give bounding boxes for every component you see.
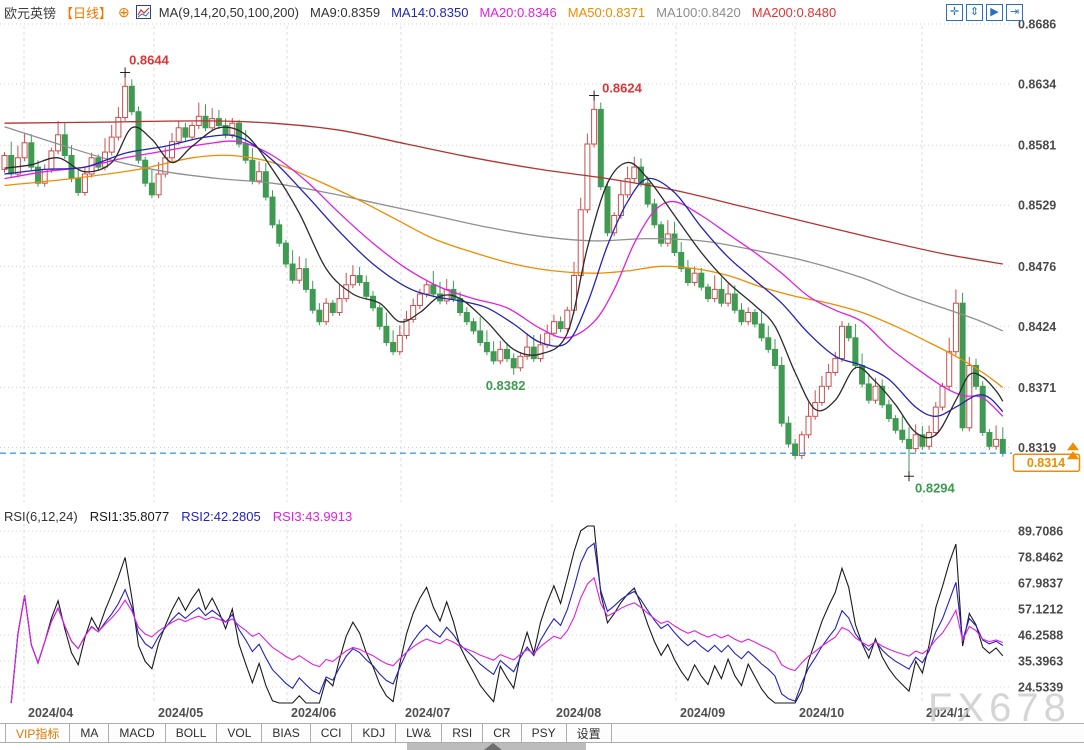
rsi-axis-label: 89.7086 bbox=[1018, 525, 1063, 539]
price-axis-label: 0.8686 bbox=[1018, 18, 1056, 32]
x-axis-label: 2024/07 bbox=[405, 706, 450, 720]
low-price-annotation: 0.8382 bbox=[486, 378, 526, 393]
extreme-cross-marker bbox=[120, 68, 130, 78]
price-axis-label: 0.8581 bbox=[1018, 139, 1056, 153]
low-price-annotation: 0.8294 bbox=[915, 480, 956, 495]
ma14-value: MA14:0.8350 bbox=[391, 5, 468, 20]
price-axis-label: 0.8529 bbox=[1018, 199, 1056, 213]
high-price-annotation: 0.8624 bbox=[602, 81, 643, 96]
jump-latest-tool-icon[interactable]: ⇥ bbox=[1006, 4, 1023, 21]
extreme-cross-marker bbox=[904, 471, 914, 481]
period-label: 【日线】 bbox=[60, 3, 112, 22]
tab-ma[interactable]: MA bbox=[70, 724, 109, 742]
ma20-value: MA20:0.8346 bbox=[479, 5, 556, 20]
move-tool-icon[interactable]: ✛ bbox=[946, 4, 963, 21]
extreme-cross-marker bbox=[589, 91, 599, 101]
high-price-annotation: 0.8644 bbox=[129, 53, 170, 68]
chart-style-icon[interactable] bbox=[136, 5, 151, 19]
symbol-name: 欧元英镑 bbox=[4, 3, 56, 22]
x-axis-label: 2024/04 bbox=[28, 706, 73, 720]
tab-cci[interactable]: CCI bbox=[311, 724, 353, 742]
chart-header: 欧元英镑【日线】 ⊕ MA(9,14,20,50,100,200) MA9:0.… bbox=[0, 0, 836, 24]
scrollbar-arrow-icon bbox=[484, 743, 502, 750]
x-axis-label: 2024/08 bbox=[556, 706, 601, 720]
add-indicator-icon[interactable]: ⊕ bbox=[118, 4, 130, 21]
rsi2-value: RSI2:42.2805 bbox=[181, 509, 261, 524]
ma-line-ma100 bbox=[5, 127, 1003, 331]
x-axis-label: 2024/05 bbox=[158, 706, 203, 720]
tab-lw[interactable]: LW& bbox=[396, 724, 442, 742]
tab-kdj[interactable]: KDJ bbox=[352, 724, 396, 742]
rsi-axis-label: 78.8462 bbox=[1018, 551, 1063, 565]
bottom-scrollbar-thumb[interactable] bbox=[407, 743, 586, 750]
price-axis-label: 0.8634 bbox=[1018, 78, 1056, 92]
gridlines: 0.8686 0.8634 0.8581 0.8529 0.8476 0.8424 0.83… bbox=[0, 18, 1063, 705]
price-and-rsi-chart: 0.86860.86340.85810.85290.84760.84240.83… bbox=[0, 0, 1084, 750]
tab-macd[interactable]: MACD bbox=[109, 724, 165, 742]
ma200-value: MA200:0.8480 bbox=[752, 5, 837, 20]
ma100-value: MA100:0.8420 bbox=[656, 5, 741, 20]
ma50-value: MA50:0.8371 bbox=[568, 5, 645, 20]
pan-right-tool-icon[interactable]: ▶ bbox=[986, 4, 1003, 21]
price-axis-label: 0.8476 bbox=[1018, 260, 1056, 274]
rsi-axis-label: 35.3963 bbox=[1018, 655, 1063, 669]
overlays: 0.8314 0.8644 0.8624 0.8382 0.8294 bbox=[0, 53, 1080, 496]
tab-rsi[interactable]: RSI bbox=[442, 724, 483, 742]
candles bbox=[2, 73, 1005, 477]
bottom-scrollbar bbox=[0, 743, 1084, 750]
rsi-header: RSI(6,12,24) RSI1:35.8077 RSI2:42.2805 R… bbox=[4, 507, 352, 525]
rsi-axis-label: 46.2588 bbox=[1018, 629, 1063, 643]
ma9-value: MA9:0.8359 bbox=[310, 5, 380, 20]
chart-toolbar: ✛ ⇕ ▶ ⇥ bbox=[946, 4, 1023, 21]
price-axis-label: 0.8319 bbox=[1018, 441, 1056, 455]
rsi-axis-label: 57.1212 bbox=[1018, 603, 1063, 617]
tab-bias[interactable]: BIAS bbox=[262, 724, 310, 742]
tab-vol[interactable]: VOL bbox=[217, 724, 262, 742]
x-axis-label: 2024/10 bbox=[799, 706, 844, 720]
rsi-line-2 bbox=[11, 543, 1003, 703]
rsi1-value: RSI1:35.8077 bbox=[90, 509, 170, 524]
rsi-line-1 bbox=[11, 526, 1003, 703]
y-scale-tool-icon[interactable]: ⇕ bbox=[966, 4, 983, 21]
chart-application-window: 0.86860.86340.85810.85290.84760.84240.83… bbox=[0, 0, 1084, 750]
rsi3-value: RSI3:43.9913 bbox=[273, 509, 353, 524]
x-axis-label: 2024/09 bbox=[680, 706, 725, 720]
x-axis-label: 2024/06 bbox=[291, 706, 336, 720]
tab-psy[interactable]: PSY bbox=[522, 724, 567, 742]
tab-cr[interactable]: CR bbox=[483, 724, 521, 742]
tab-settings[interactable]: 设置 bbox=[567, 724, 612, 742]
indicator-tabbar: VIP指标 MA MACD BOLL VOL BIAS CCI KDJ LW& … bbox=[0, 723, 1084, 743]
ma-group-label: MA(9,14,20,50,100,200) bbox=[159, 5, 299, 20]
rsi-lines bbox=[11, 526, 1003, 703]
rsi-axis-label: 67.9837 bbox=[1018, 577, 1063, 591]
tab-vip-indicator[interactable]: VIP指标 bbox=[6, 724, 70, 742]
rsi-group-label: RSI(6,12,24) bbox=[4, 509, 78, 524]
x-axis: 2024/04 2024/05 2024/06 2024/07 2024/08 2024/… bbox=[0, 704, 1084, 723]
last-price-value: 0.8314 bbox=[1027, 456, 1065, 470]
price-axis-label: 0.8424 bbox=[1018, 320, 1056, 334]
price-axis-label: 0.8371 bbox=[1018, 381, 1056, 395]
tab-boll[interactable]: BOLL bbox=[166, 724, 218, 742]
